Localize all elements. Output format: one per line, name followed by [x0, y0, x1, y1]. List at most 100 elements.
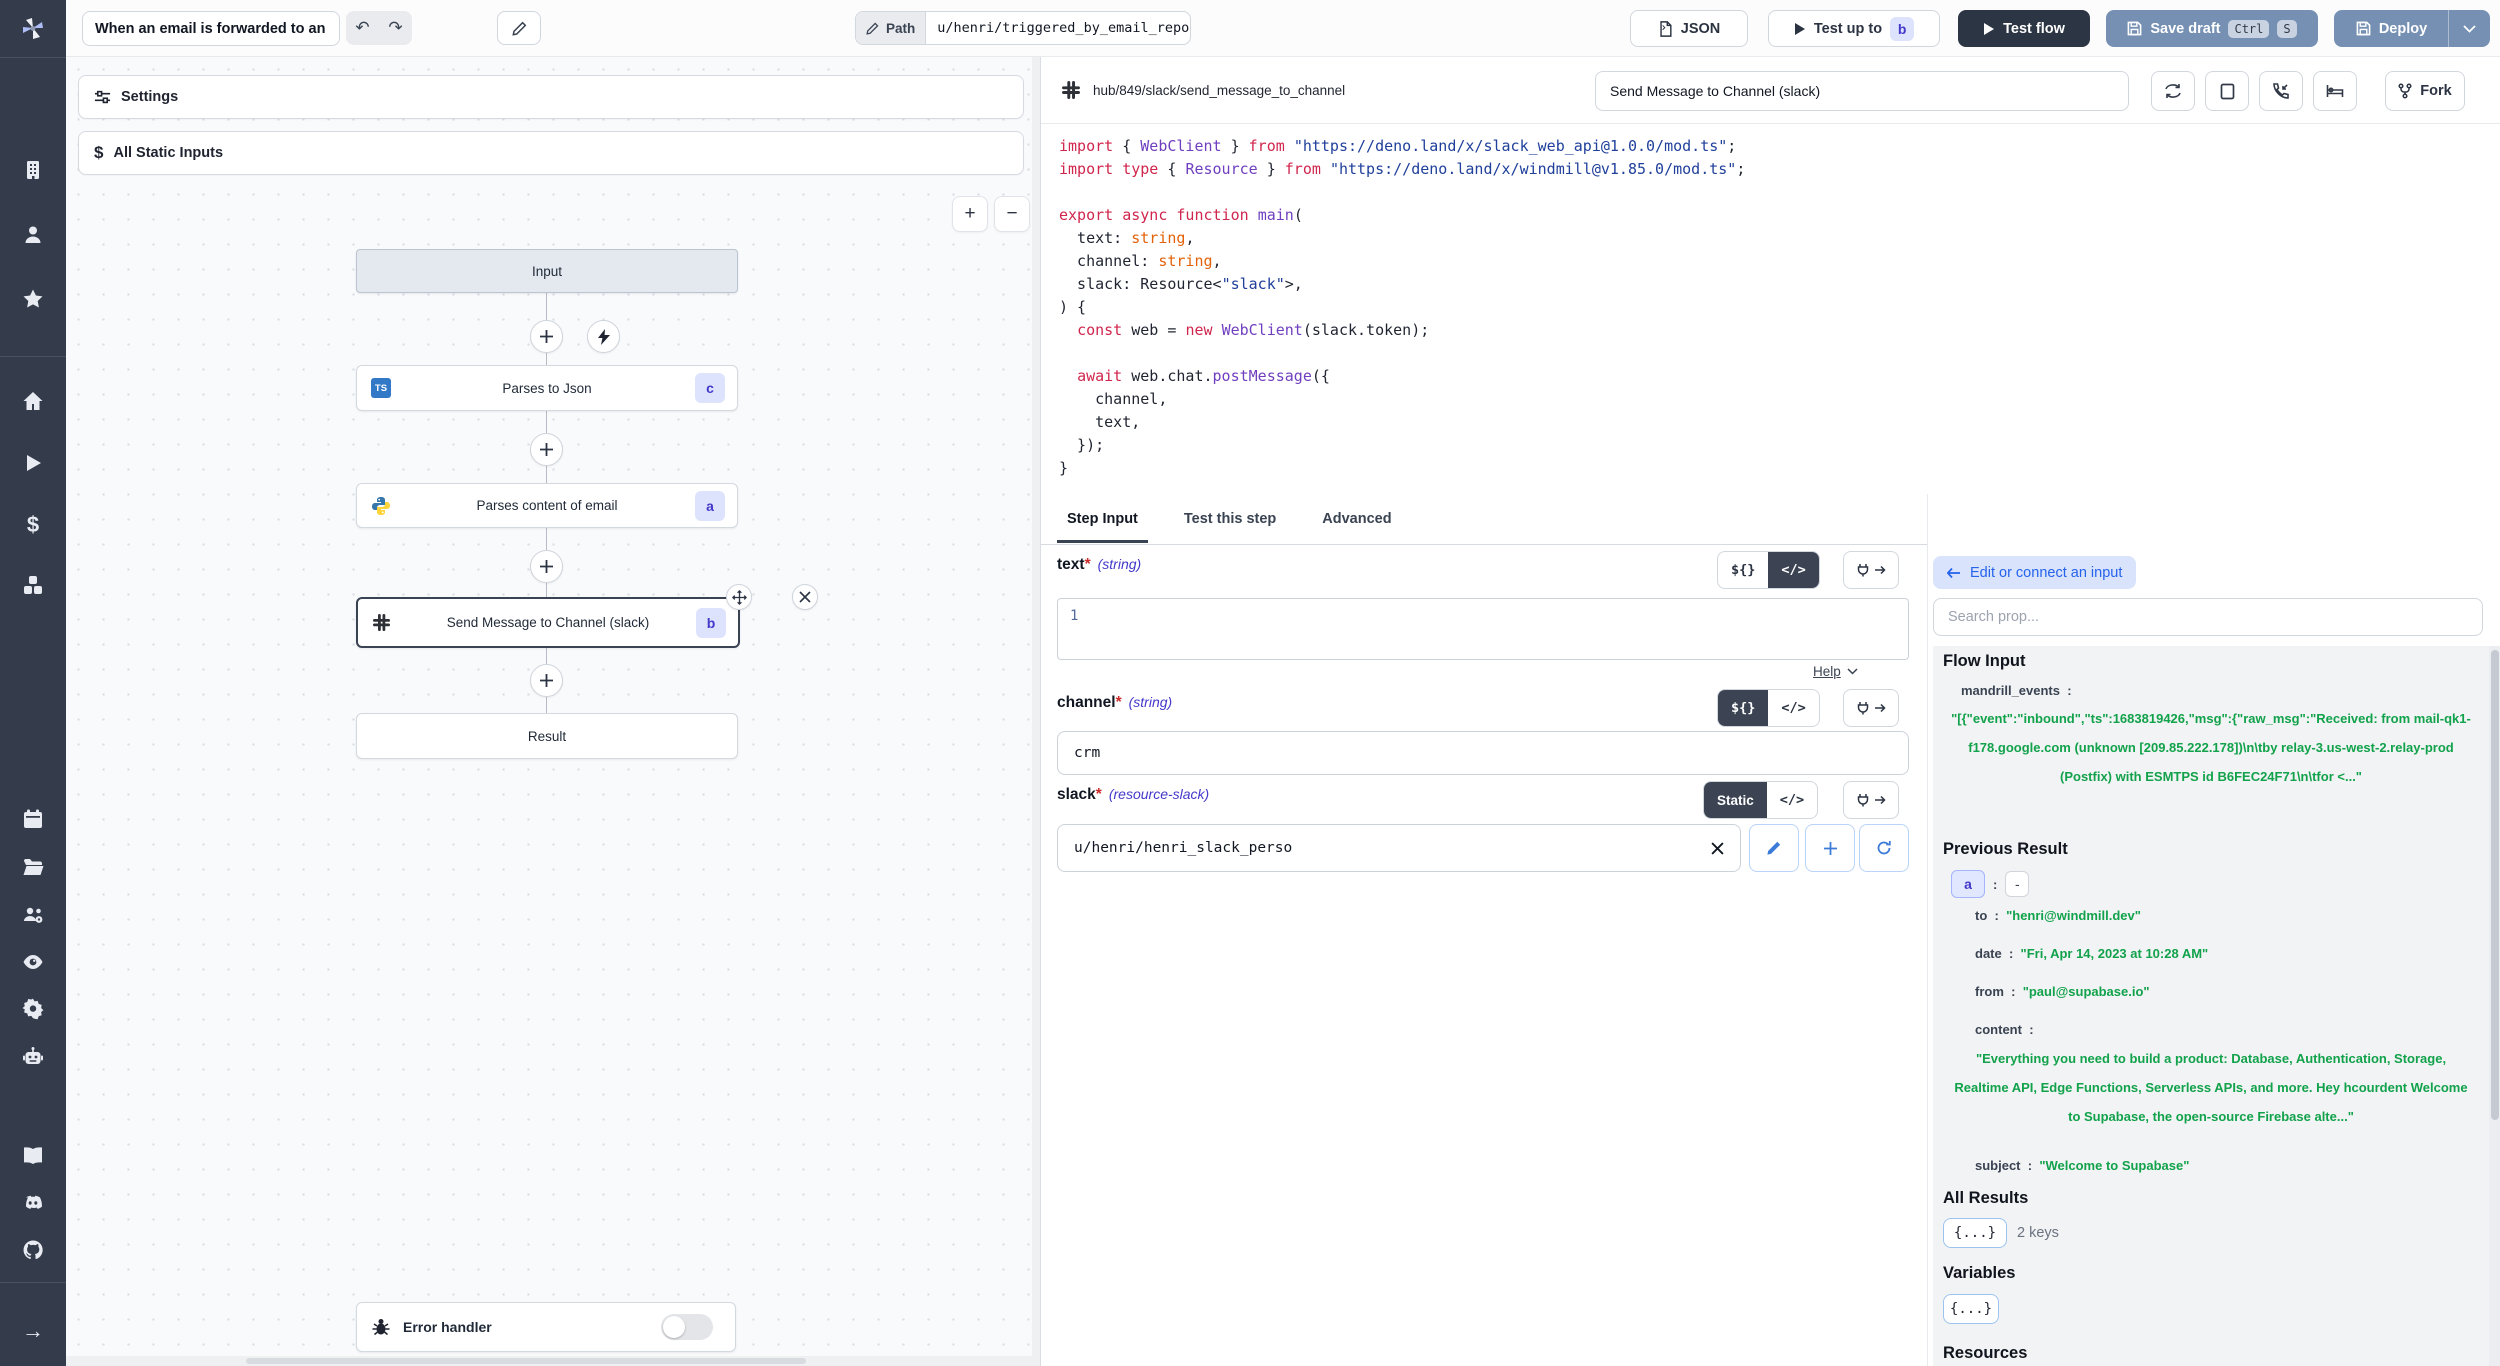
variables-dollar-icon[interactable]: $	[0, 512, 66, 538]
fork-button[interactable]: Fork	[2385, 71, 2465, 111]
flow-input-key[interactable]: mandrill_events :	[1961, 683, 2072, 698]
settings-gear-icon[interactable]	[0, 998, 66, 1020]
resources-cubes-icon[interactable]	[0, 574, 66, 596]
result-row-subject[interactable]: subject : "Welcome to Supabase"	[1975, 1158, 2189, 1173]
toggle-code-mode[interactable]: </>	[1767, 782, 1817, 818]
groups-icon[interactable]	[0, 904, 66, 926]
slack-resource-picker[interactable]: u/henri/henri_slack_perso	[1057, 824, 1741, 872]
edit-or-connect-button[interactable]: Edit or connect an input	[1933, 556, 2136, 589]
add-step-button[interactable]	[530, 550, 563, 583]
windmill-logo[interactable]	[0, 14, 66, 44]
sleep-step-button[interactable]	[2313, 71, 2357, 111]
deploy-dropdown-button[interactable]	[2449, 25, 2489, 33]
clear-x-icon[interactable]	[1711, 842, 1724, 855]
hub-path[interactable]: hub/849/slack/send_message_to_channel	[1093, 83, 1345, 98]
save-draft-button[interactable]: Save draft Ctrl S	[2106, 10, 2318, 47]
props-scrollbar[interactable]	[2489, 646, 2500, 1366]
add-step-button[interactable]	[530, 433, 563, 466]
toggle-code-mode[interactable]: </>	[1768, 552, 1818, 588]
test-up-to-button[interactable]: Test up to b	[1768, 10, 1940, 47]
toggle-template-mode[interactable]: ${}	[1718, 690, 1768, 726]
canvas-vertical-scrollbar[interactable]	[1032, 57, 1040, 1366]
path-button[interactable]: Path	[856, 12, 926, 44]
tab-step-input[interactable]: Step Input	[1067, 511, 1138, 527]
save-icon	[2356, 21, 2371, 36]
folders-icon[interactable]	[0, 856, 66, 878]
phone-incoming-button[interactable]	[2259, 71, 2303, 111]
expand-sidebar-arrow-icon[interactable]: →	[0, 1318, 66, 1344]
move-node-button[interactable]	[726, 584, 752, 610]
variables-object-chip[interactable]: {...}	[1943, 1294, 1999, 1324]
scrollbar-thumb[interactable]	[2491, 650, 2499, 1120]
result-row-from[interactable]: from : "paul@supabase.io"	[1975, 984, 2150, 999]
flow-node-parses-content[interactable]: Parses content of email a	[356, 483, 738, 528]
flow-node-send-slack[interactable]: Send Message to Channel (slack) b	[356, 597, 740, 648]
github-icon[interactable]	[0, 1239, 66, 1261]
help-link[interactable]: Help	[1813, 664, 1858, 679]
tab-advanced[interactable]: Advanced	[1322, 511, 1391, 527]
edit-pencil-button[interactable]	[497, 11, 541, 45]
connect-input-plug-button[interactable]	[1843, 781, 1899, 819]
add-resource-button[interactable]	[1805, 824, 1855, 872]
toggle-template-mode[interactable]: ${}	[1718, 552, 1768, 588]
connect-input-plug-button[interactable]	[1843, 689, 1899, 727]
error-handler-toggle[interactable]	[661, 1314, 713, 1340]
scrollbar-thumb[interactable]	[246, 1358, 806, 1364]
tab-test-this-step[interactable]: Test this step	[1184, 511, 1276, 527]
slack-input-mode-toggle[interactable]: Static </>	[1703, 781, 1818, 819]
undo-icon[interactable]: ↶	[355, 18, 369, 38]
audit-eye-icon[interactable]	[0, 951, 66, 973]
edit-resource-button[interactable]	[1749, 824, 1799, 872]
runs-play-icon[interactable]	[0, 452, 66, 474]
discord-icon[interactable]	[0, 1192, 66, 1214]
path-value[interactable]: u/henri/triggered_by_email_report_email	[926, 20, 1191, 36]
favorites-star-icon[interactable]	[0, 288, 66, 310]
step-id-badge[interactable]: a	[1951, 870, 1985, 898]
schedules-calendar-icon[interactable]	[0, 808, 66, 830]
robot-icon[interactable]	[0, 1046, 66, 1068]
connect-input-plug-button[interactable]	[1843, 551, 1899, 589]
flow-node-error-handler[interactable]: Error handler	[356, 1302, 736, 1352]
channel-value-input[interactable]	[1057, 731, 1909, 775]
flow-title-input[interactable]	[82, 11, 340, 46]
channel-input-mode-toggle[interactable]: ${} </>	[1717, 689, 1820, 727]
flow-settings-button[interactable]: Settings	[78, 75, 1024, 119]
refresh-resource-button[interactable]	[1859, 824, 1909, 872]
step-name-input[interactable]	[1595, 71, 2129, 111]
all-results-object-chip[interactable]: {...}	[1943, 1218, 2007, 1248]
restart-step-button[interactable]	[2151, 71, 2195, 111]
workspace-building-icon[interactable]	[0, 159, 66, 181]
result-row-date[interactable]: date : "Fri, Apr 14, 2023 at 10:28 AM"	[1975, 946, 2208, 961]
flow-node-input[interactable]: Input	[356, 249, 738, 293]
zoom-in-button[interactable]: +	[952, 196, 988, 232]
result-content-value[interactable]: "Everything you need to build a product:…	[1949, 1044, 2473, 1131]
docs-book-icon[interactable]	[0, 1145, 66, 1167]
text-input-mode-toggle[interactable]: ${} </>	[1717, 551, 1820, 589]
code-editor[interactable]: import { WebClient } from "https://deno.…	[1059, 135, 1745, 480]
test-flow-button[interactable]: Test flow	[1958, 10, 2090, 47]
toggle-code-mode[interactable]: </>	[1768, 690, 1818, 726]
result-row-to[interactable]: to : "henri@windmill.dev"	[1975, 908, 2141, 923]
search-prop-input[interactable]	[1933, 598, 2483, 636]
canvas-horizontal-scrollbar[interactable]	[66, 1356, 1032, 1366]
flow-input-value[interactable]: "[{"event":"inbound","ts":1683819426,"ms…	[1947, 704, 2475, 791]
deploy-button[interactable]: Deploy	[2334, 10, 2490, 47]
toggle-static-mode[interactable]: Static	[1704, 782, 1767, 818]
add-trigger-bolt-button[interactable]	[587, 320, 620, 353]
delete-node-button[interactable]	[792, 584, 818, 610]
collapse-button[interactable]: -	[2005, 871, 2029, 897]
flow-canvas[interactable]: Settings $ All Static Inputs + − Input T…	[66, 57, 1032, 1366]
result-row-content[interactable]: content :	[1975, 1022, 2034, 1037]
redo-icon[interactable]: ↷	[388, 18, 402, 38]
user-icon[interactable]	[0, 224, 66, 246]
all-static-inputs-button[interactable]: $ All Static Inputs	[78, 131, 1024, 175]
text-expression-editor[interactable]: 1 `Email received by ` + results.a.to + …	[1057, 598, 1909, 660]
add-step-button[interactable]	[530, 664, 563, 697]
home-icon[interactable]	[0, 390, 66, 412]
json-button[interactable]: JSON	[1630, 10, 1748, 47]
box-button[interactable]	[2205, 71, 2249, 111]
add-step-button[interactable]	[530, 320, 563, 353]
flow-node-result[interactable]: Result	[356, 713, 738, 759]
flow-node-parses-to-json[interactable]: TS Parses to Json c	[356, 365, 738, 411]
zoom-out-button[interactable]: −	[994, 196, 1030, 232]
